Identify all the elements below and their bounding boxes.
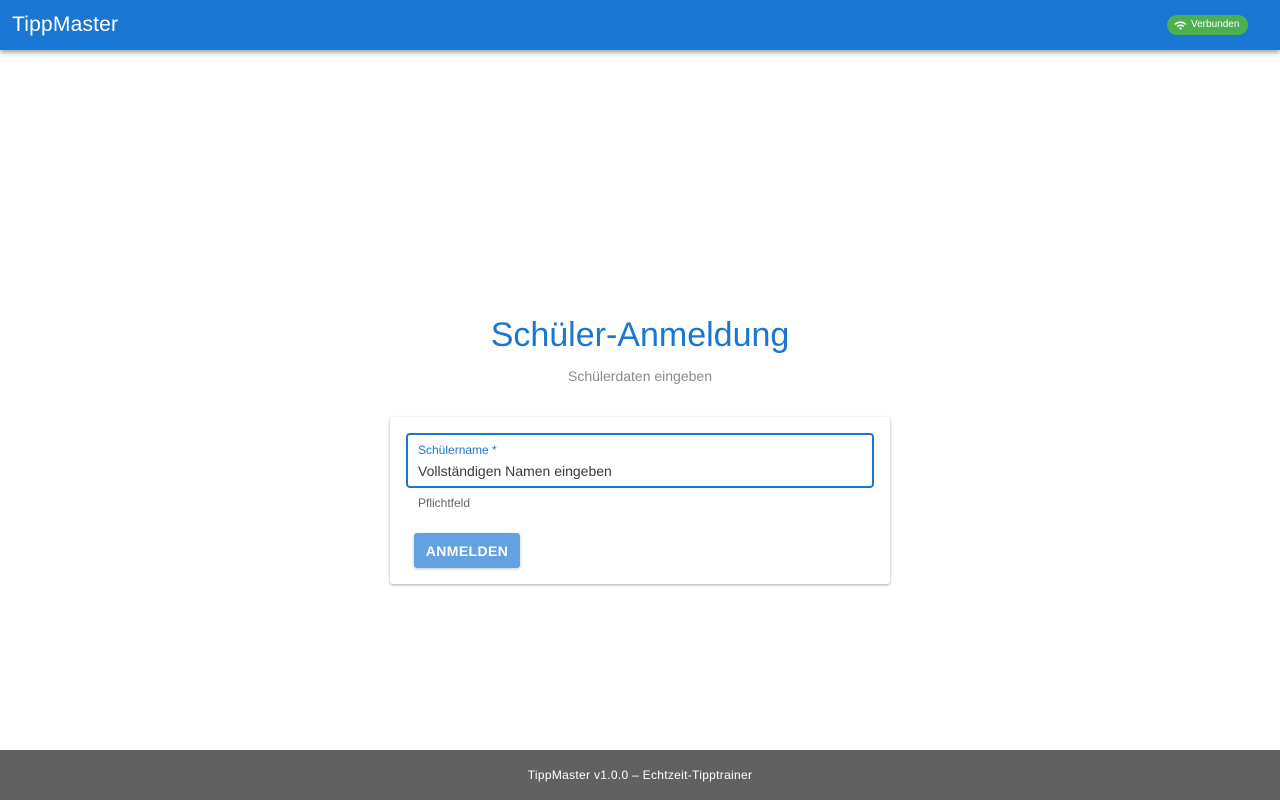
login-card: Schülername * Pflichtfeld ANMELDEN bbox=[390, 417, 890, 584]
app-page: TippMaster Verbunden Schüler-Anmeldung S… bbox=[0, 0, 1280, 800]
app-footer: TippMaster v1.0.0 – Echtzeit-Tipptrainer bbox=[0, 750, 1280, 800]
wifi-icon bbox=[1174, 20, 1187, 30]
app-title: TippMaster bbox=[12, 13, 119, 36]
student-name-label: Schülername * bbox=[418, 443, 497, 457]
app-bar: TippMaster Verbunden bbox=[0, 0, 1280, 50]
footer-text: TippMaster v1.0.0 – Echtzeit-Tipptrainer bbox=[527, 768, 753, 782]
login-button[interactable]: ANMELDEN bbox=[414, 533, 520, 568]
page-subtitle: Schülerdaten eingeben bbox=[567, 368, 712, 384]
connection-status-label: Verbunden bbox=[1191, 19, 1240, 30]
connection-status-badge: Verbunden bbox=[1167, 15, 1248, 35]
student-name-field[interactable]: Schülername * bbox=[406, 433, 874, 488]
student-name-input[interactable] bbox=[418, 461, 858, 481]
page-title: Schüler-Anmeldung bbox=[490, 316, 790, 354]
student-name-helper-text: Pflichtfeld bbox=[418, 496, 471, 510]
